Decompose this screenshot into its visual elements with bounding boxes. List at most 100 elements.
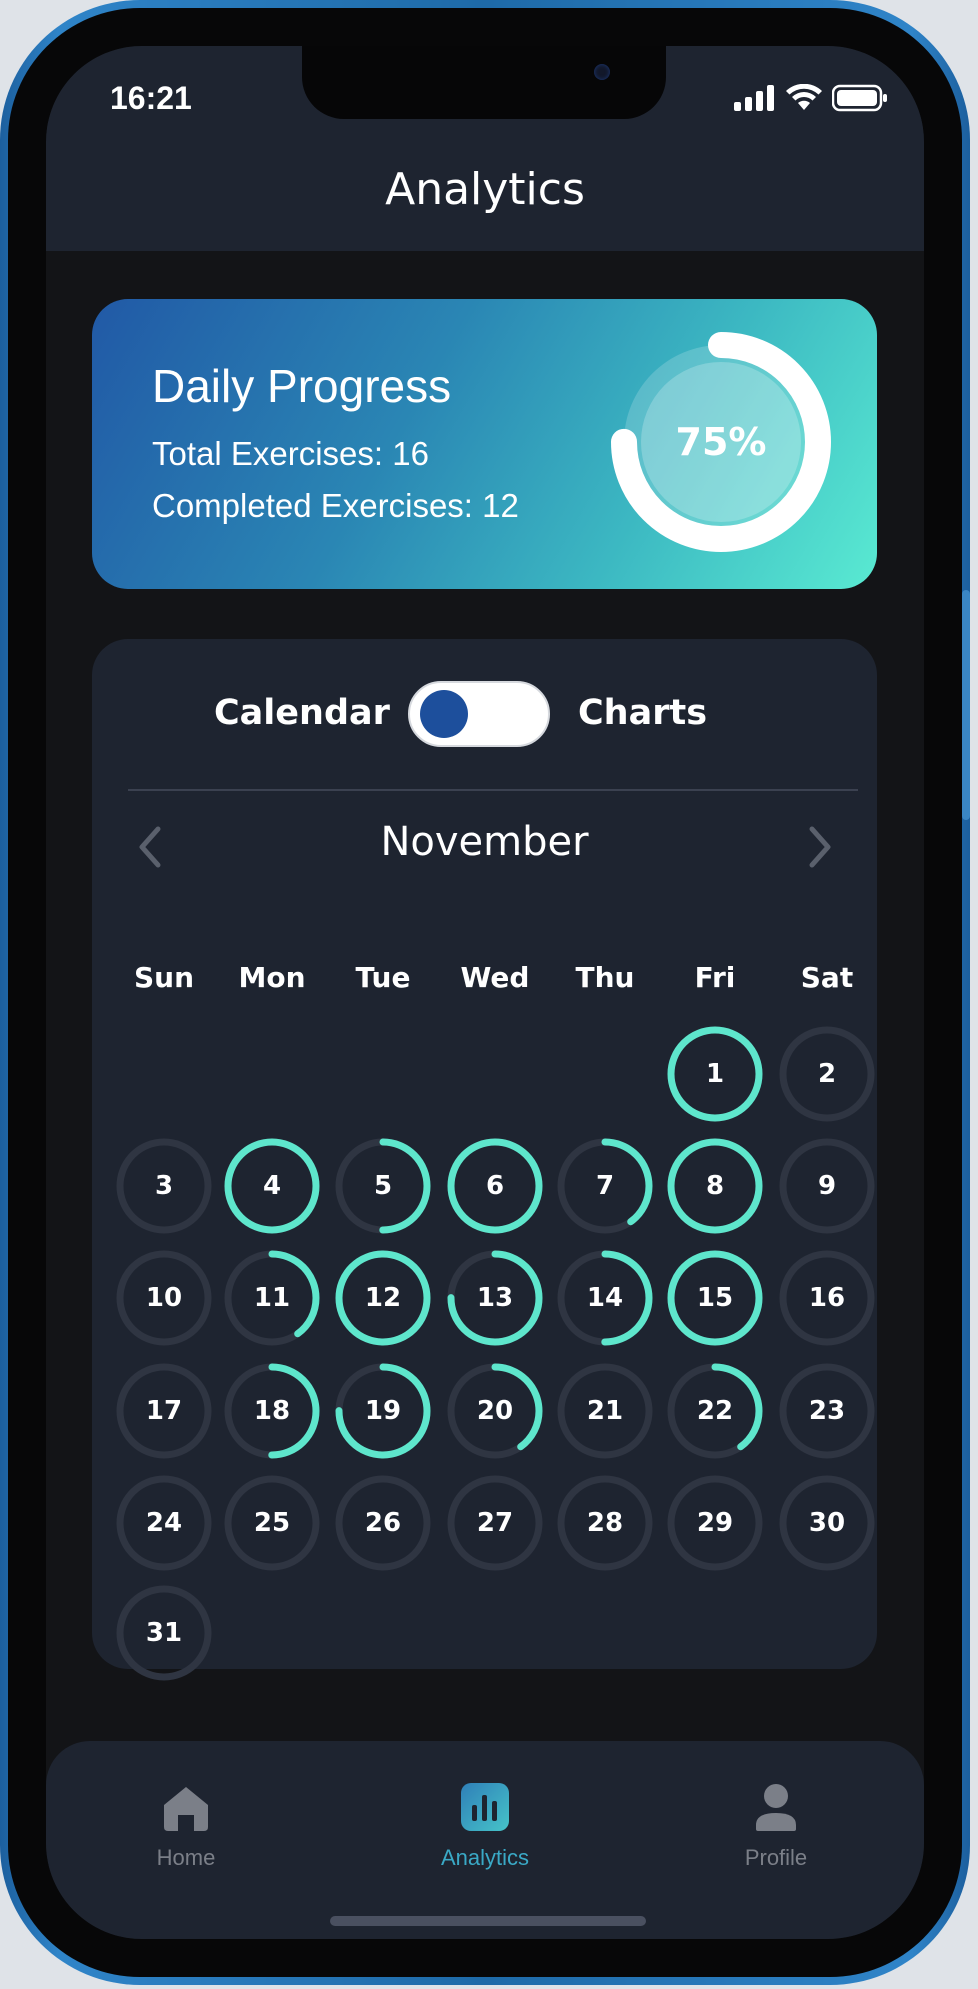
- wifi-icon: [786, 84, 822, 110]
- day-number: 17: [145, 1396, 183, 1426]
- app-screen: 16:21 Analytics Daily Progress Total Exe…: [46, 46, 924, 1939]
- month-navigation: November: [92, 819, 877, 879]
- chevron-right-icon[interactable]: [806, 825, 834, 869]
- status-icons: [734, 84, 888, 112]
- calendar-day[interactable]: 29: [665, 1473, 765, 1573]
- calendar-day[interactable]: 13: [445, 1248, 545, 1348]
- day-number: 29: [696, 1508, 734, 1538]
- tab-bar: Home Analytics Profile: [46, 1741, 924, 1939]
- day-number: 24: [145, 1508, 183, 1538]
- profile-icon: [756, 1784, 796, 1831]
- calendar-day[interactable]: 31: [114, 1583, 214, 1683]
- calendar-day[interactable]: 21: [555, 1361, 655, 1461]
- calendar-day[interactable]: 24: [114, 1473, 214, 1573]
- weekday-thu: Thu: [575, 961, 635, 994]
- day-number: 1: [705, 1059, 725, 1089]
- calendar-day[interactable]: 15: [665, 1248, 765, 1348]
- view-toggle-switch[interactable]: [408, 681, 550, 747]
- tab-analytics[interactable]: Analytics: [385, 1781, 585, 1871]
- calendar-day[interactable]: 9: [777, 1136, 877, 1236]
- weekday-sun: Sun: [133, 961, 195, 994]
- day-number: 15: [696, 1283, 734, 1313]
- calendar-day[interactable]: 22: [665, 1361, 765, 1461]
- month-title: November: [380, 819, 589, 865]
- notch: [302, 46, 666, 119]
- day-number: 6: [485, 1171, 505, 1201]
- charts-view-label[interactable]: Charts: [578, 693, 707, 733]
- day-number: 12: [364, 1283, 402, 1313]
- battery-icon: [832, 84, 887, 112]
- weekday-tue: Tue: [355, 961, 411, 994]
- camera-icon: [594, 64, 610, 80]
- calendar-day[interactable]: 6: [445, 1136, 545, 1236]
- calendar-day[interactable]: 3: [114, 1136, 214, 1236]
- day-number: 19: [364, 1396, 402, 1426]
- calendar-day[interactable]: 1: [665, 1024, 765, 1124]
- calendar-day[interactable]: 18: [222, 1361, 322, 1461]
- total-exercises: Total Exercises: 16: [152, 435, 429, 472]
- completed-exercises: Completed Exercises: 12: [152, 487, 519, 524]
- day-number: 20: [476, 1396, 514, 1426]
- weekday-fri: Fri: [694, 961, 736, 994]
- daily-progress-card: Daily Progress Total Exercises: 16 Compl…: [92, 299, 877, 589]
- calendar-day[interactable]: 26: [333, 1473, 433, 1573]
- day-number: 23: [808, 1396, 846, 1426]
- calendar-day[interactable]: 14: [555, 1248, 655, 1348]
- calendar-day[interactable]: 25: [222, 1473, 322, 1573]
- day-number: 18: [253, 1396, 291, 1426]
- calendar-day[interactable]: 10: [114, 1248, 214, 1348]
- progress-title: Daily Progress: [152, 360, 452, 412]
- divider: [128, 789, 858, 791]
- day-number: 26: [364, 1508, 402, 1538]
- home-indicator: [330, 1916, 646, 1926]
- calendar-day[interactable]: 12: [333, 1248, 433, 1348]
- day-number: 22: [696, 1396, 734, 1426]
- calendar-view-label[interactable]: Calendar: [214, 693, 390, 733]
- progress-ring: 75%: [610, 331, 832, 553]
- tab-home[interactable]: Home: [86, 1781, 286, 1871]
- side-button: [962, 590, 970, 820]
- calendar-day[interactable]: 17: [114, 1361, 214, 1461]
- calendar-day[interactable]: 28: [555, 1473, 655, 1573]
- day-number: 5: [373, 1171, 393, 1201]
- toggle-knob: [420, 690, 468, 738]
- calendar-day[interactable]: 5: [333, 1136, 433, 1236]
- day-number: 30: [808, 1508, 846, 1538]
- calendar-card: Calendar Charts November Sun Mon Tue Wed Thu…: [92, 639, 877, 1681]
- tab-analytics-label: Analytics: [440, 1845, 530, 1870]
- status-time: 16:21: [110, 80, 192, 116]
- calendar-day[interactable]: 30: [777, 1473, 877, 1573]
- weekday-sat: Sat: [800, 961, 854, 994]
- day-number: 28: [586, 1508, 624, 1538]
- page-title: Analytics: [385, 164, 585, 215]
- day-number: 21: [586, 1396, 624, 1426]
- calendar-day[interactable]: 8: [665, 1136, 765, 1236]
- tab-profile-label: Profile: [744, 1845, 808, 1870]
- analytics-icon: [461, 1783, 509, 1831]
- tab-home-label: Home: [156, 1845, 216, 1870]
- day-number: 31: [145, 1618, 183, 1648]
- tab-profile[interactable]: Profile: [676, 1781, 876, 1871]
- calendar-day[interactable]: 4: [222, 1136, 322, 1236]
- calendar-day[interactable]: 2: [777, 1024, 877, 1124]
- calendar-day[interactable]: 20: [445, 1361, 545, 1461]
- day-number: 9: [817, 1171, 837, 1201]
- calendar-day[interactable]: 23: [777, 1361, 877, 1461]
- day-number: 14: [586, 1283, 624, 1313]
- calendar-day[interactable]: 16: [777, 1248, 877, 1348]
- calendar-day[interactable]: 11: [222, 1248, 322, 1348]
- cellular-signal-icon: [734, 85, 774, 111]
- day-number: 3: [154, 1171, 174, 1201]
- view-toggle-row: Calendar Charts: [92, 681, 877, 751]
- calendar-day[interactable]: 7: [555, 1136, 655, 1236]
- day-number: 27: [476, 1508, 514, 1538]
- calendar-day[interactable]: 27: [445, 1473, 545, 1573]
- day-number: 11: [253, 1283, 291, 1313]
- day-number: 13: [476, 1283, 514, 1313]
- day-number: 8: [705, 1171, 725, 1201]
- calendar-day[interactable]: 19: [333, 1361, 433, 1461]
- home-icon: [164, 1787, 208, 1831]
- day-number: 7: [595, 1171, 615, 1201]
- day-number: 4: [262, 1171, 282, 1201]
- day-number: 25: [253, 1508, 291, 1538]
